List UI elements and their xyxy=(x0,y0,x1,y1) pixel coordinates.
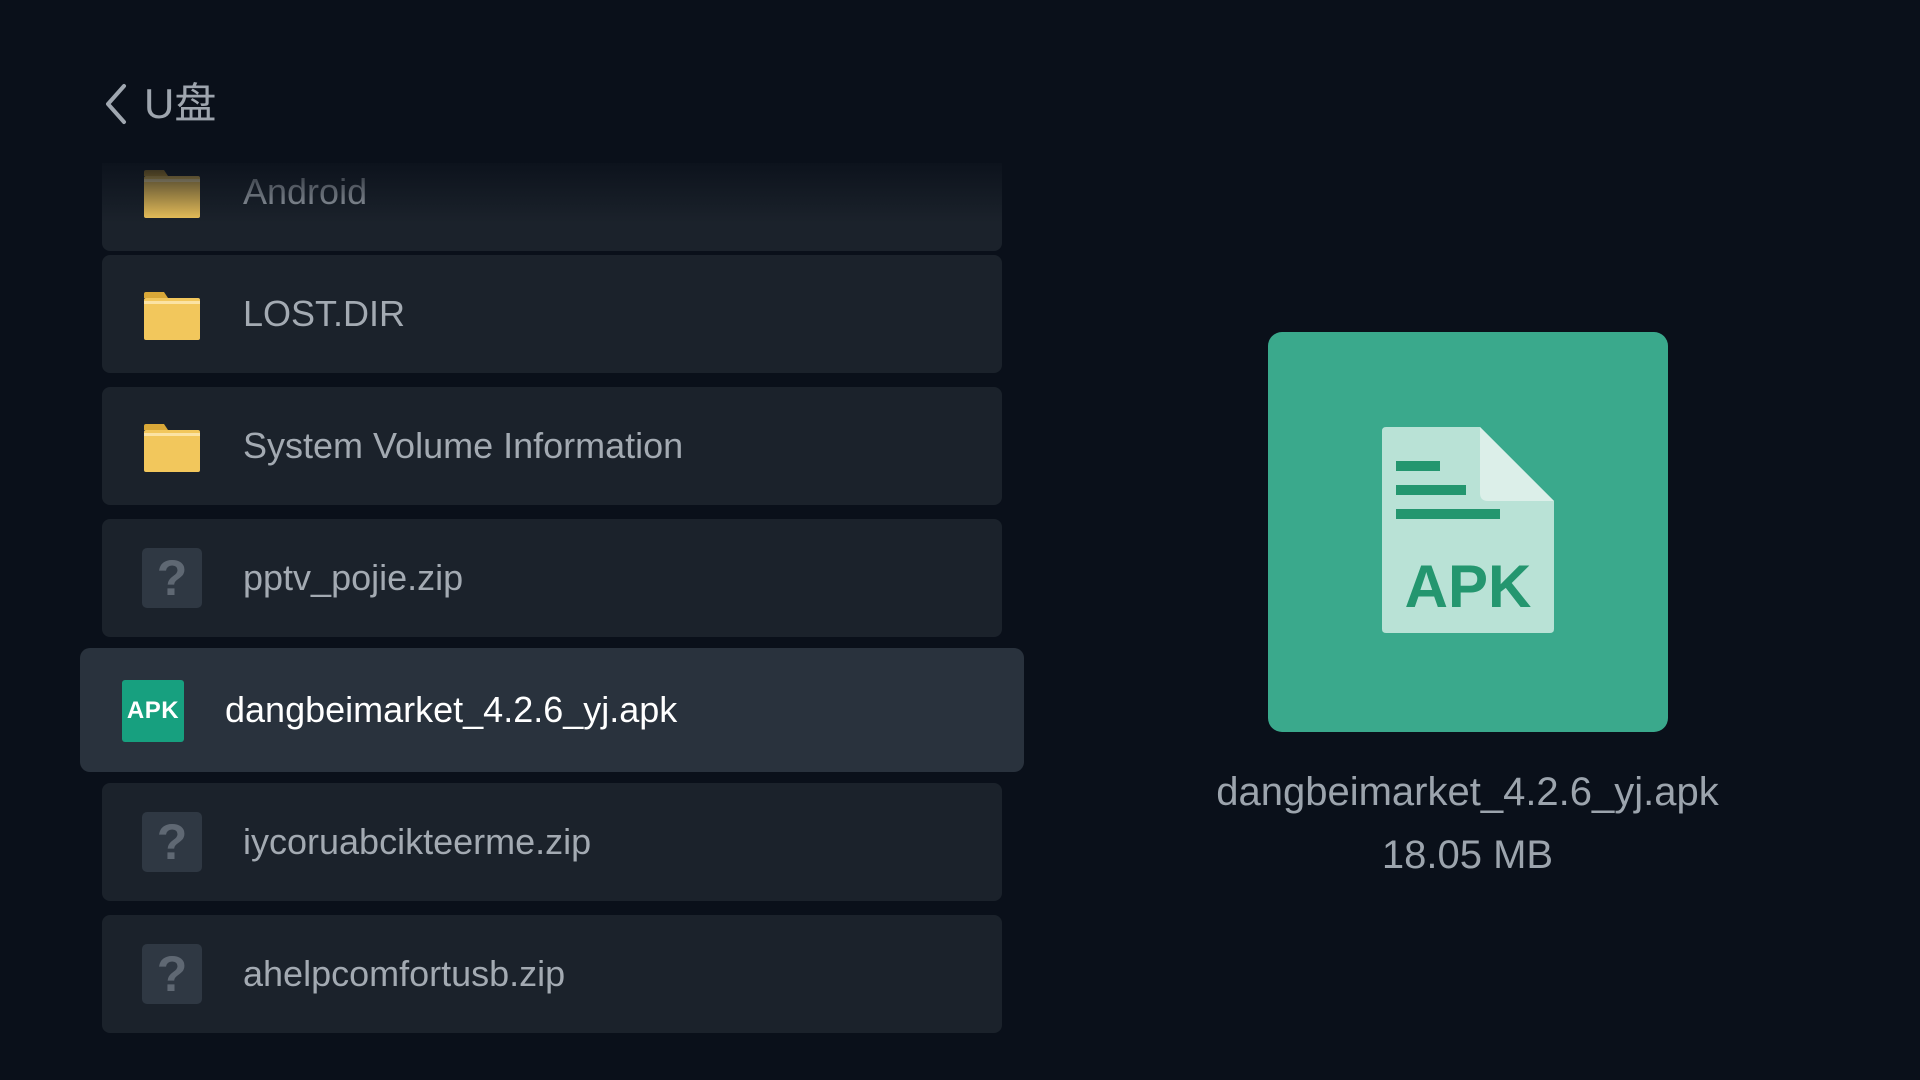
folder-icon xyxy=(142,284,202,344)
folder-icon xyxy=(142,416,202,476)
preview-file-size: 18.05 MB xyxy=(1381,833,1554,877)
list-item-iycoruabcikteerme[interactable]: ? iycoruabcikteerme.zip xyxy=(102,783,1002,901)
unknown-file-icon: ? xyxy=(142,944,202,1004)
file-list: Android LOST.DIR System Volume Informati… xyxy=(70,163,1030,1043)
list-item-pptv-pojie[interactable]: ? pptv_pojie.zip xyxy=(102,519,1002,637)
page-title: U盘 xyxy=(144,80,217,127)
file-name: Android xyxy=(243,171,368,212)
file-name: dangbeimarket_4.2.6_yj.apk xyxy=(225,689,678,730)
preview-file-name: dangbeimarket_4.2.6_yj.apk xyxy=(1216,770,1719,814)
header: U盘 xyxy=(100,76,216,132)
list-item-lost-dir[interactable]: LOST.DIR xyxy=(102,255,1002,373)
list-item-ahelpcomfortusb[interactable]: ? ahelpcomfortusb.zip xyxy=(102,915,1002,1033)
file-preview-panel: APK dangbeimarket_4.2.6_yj.apk 18.05 MB xyxy=(1150,300,1785,878)
apk-label: APK xyxy=(1404,553,1531,620)
list-item-system-volume-information[interactable]: System Volume Information xyxy=(102,387,1002,505)
unknown-file-icon: ? xyxy=(142,812,202,872)
apk-document-icon: APK xyxy=(1267,332,1668,732)
chevron-left-icon[interactable] xyxy=(100,80,134,128)
list-item-dangbeimarket-apk[interactable]: APK dangbeimarket_4.2.6_yj.apk xyxy=(80,648,1024,772)
unknown-file-icon: ? xyxy=(142,548,202,608)
file-name: LOST.DIR xyxy=(243,293,406,334)
file-name: pptv_pojie.zip xyxy=(243,557,464,598)
apk-file-icon: APK xyxy=(122,680,184,742)
folder-icon xyxy=(142,163,202,222)
file-name: ahelpcomfortusb.zip xyxy=(243,953,566,994)
list-item-android[interactable]: Android xyxy=(102,163,1002,251)
file-name: iycoruabcikteerme.zip xyxy=(243,821,592,862)
file-name: System Volume Information xyxy=(243,425,684,466)
